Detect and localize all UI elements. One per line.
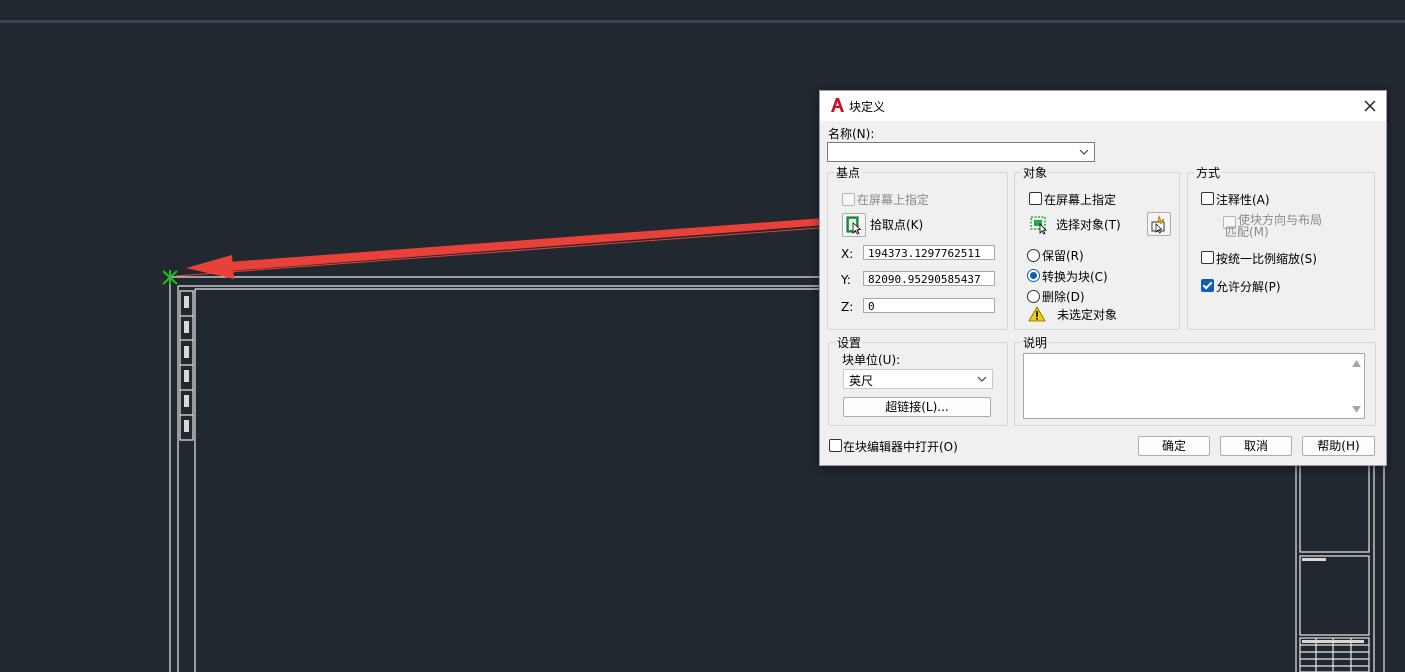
select-objects-label: 选择对象(T) xyxy=(1056,218,1121,232)
objects-group: 对象 在屏幕上指定 选择对象(T) 保留(R) 转换为块(C) 删除(D) 未选… xyxy=(1014,164,1180,330)
objects-specify-on-screen-label: 在屏幕上指定 xyxy=(1044,193,1117,207)
select-objects-button[interactable] xyxy=(1027,212,1051,236)
no-objects-selected-text: 未选定对象 xyxy=(1057,308,1118,322)
pick-point-button[interactable] xyxy=(842,213,866,237)
description-textarea[interactable] xyxy=(1023,353,1365,419)
annotative-label: 注释性(A) xyxy=(1216,193,1270,207)
settings-title: 设置 xyxy=(835,334,864,351)
help-button[interactable]: 帮助(H) xyxy=(1302,436,1375,456)
name-label: 名称(N): xyxy=(828,127,875,141)
block-unit-label: 块单位(U): xyxy=(842,353,901,367)
pick-leader-line xyxy=(175,225,846,277)
scale-uniformly-label: 按统一比例缩放(S) xyxy=(1216,252,1317,266)
chevron-down-icon xyxy=(977,376,987,382)
drawing-frame xyxy=(169,276,830,672)
hyperlink-button[interactable]: 超链接(L)... xyxy=(843,397,991,417)
block-definition-dialog: 块定义 名称(N): 基点 在屏幕上指定 拾取点(K) X: 194373.12… xyxy=(819,90,1387,466)
x-label: X: xyxy=(841,247,854,261)
allow-exploding-label: 允许分解(P) xyxy=(1216,280,1281,294)
description-title: 说明 xyxy=(1021,334,1050,351)
quick-select-icon xyxy=(1151,214,1165,234)
description-group: 说明 xyxy=(1014,334,1376,426)
base-specify-on-screen-checkbox[interactable] xyxy=(842,193,855,206)
delete-radio[interactable] xyxy=(1027,290,1040,303)
title-block-text-marks xyxy=(1302,558,1364,643)
z-field[interactable]: 0 xyxy=(863,298,995,313)
name-combobox[interactable] xyxy=(827,142,1095,162)
close-icon[interactable] xyxy=(1360,96,1380,116)
warning-icon xyxy=(1028,306,1046,322)
scroll-down-icon[interactable] xyxy=(1352,406,1361,413)
match-orientation-label-2: 匹配(M) xyxy=(1225,225,1269,239)
settings-group: 设置 块单位(U): 英尺 超链接(L)... xyxy=(828,334,1008,426)
objects-specify-on-screen-checkbox[interactable] xyxy=(1029,192,1042,205)
scroll-up-icon[interactable] xyxy=(1352,360,1361,367)
base-point-title: 基点 xyxy=(834,164,863,181)
block-unit-value: 英尺 xyxy=(849,374,874,388)
y-label: Y: xyxy=(841,273,851,287)
base-point-group: 基点 在屏幕上指定 拾取点(K) X: 194373.1297762511 Y:… xyxy=(827,164,1008,330)
objects-title: 对象 xyxy=(1021,164,1050,181)
pick-point-label: 拾取点(K) xyxy=(870,218,924,232)
select-objects-icon xyxy=(1030,216,1047,235)
block-unit-select[interactable]: 英尺 xyxy=(843,369,993,389)
autocad-a-icon xyxy=(831,98,844,112)
pick-point-icon xyxy=(846,216,862,235)
open-in-block-editor-label: 在块编辑器中打开(O) xyxy=(843,440,958,454)
dialog-titlebar[interactable]: 块定义 xyxy=(820,91,1386,121)
y-field[interactable]: 82090.95290585437 xyxy=(863,271,995,286)
scale-uniformly-checkbox[interactable] xyxy=(1201,251,1214,264)
base-specify-on-screen-label: 在屏幕上指定 xyxy=(857,193,930,207)
behavior-group: 方式 注释性(A) 使块方向与布局 匹配(M) 按统一比例缩放(S) 允许分解(… xyxy=(1187,164,1375,330)
retain-radio[interactable] xyxy=(1027,249,1040,262)
ok-button[interactable]: 确定 xyxy=(1138,436,1210,456)
allow-exploding-checkbox[interactable] xyxy=(1201,279,1214,292)
cancel-button[interactable]: 取消 xyxy=(1220,436,1292,456)
open-in-block-editor-checkbox[interactable] xyxy=(829,439,842,452)
convert-to-block-radio[interactable] xyxy=(1027,269,1040,282)
annotation-arrow xyxy=(186,217,839,279)
retain-label: 保留(R) xyxy=(1042,249,1084,263)
annotative-checkbox[interactable] xyxy=(1201,192,1214,205)
x-field[interactable]: 194373.1297762511 xyxy=(863,245,995,260)
dialog-title: 块定义 xyxy=(849,100,886,114)
chevron-down-icon xyxy=(1079,149,1089,155)
behavior-title: 方式 xyxy=(1194,164,1223,181)
z-label: Z: xyxy=(841,300,854,314)
delete-label: 删除(D) xyxy=(1042,290,1085,304)
convert-to-block-label: 转换为块(C) xyxy=(1042,270,1108,284)
quick-select-button[interactable] xyxy=(1147,212,1171,236)
